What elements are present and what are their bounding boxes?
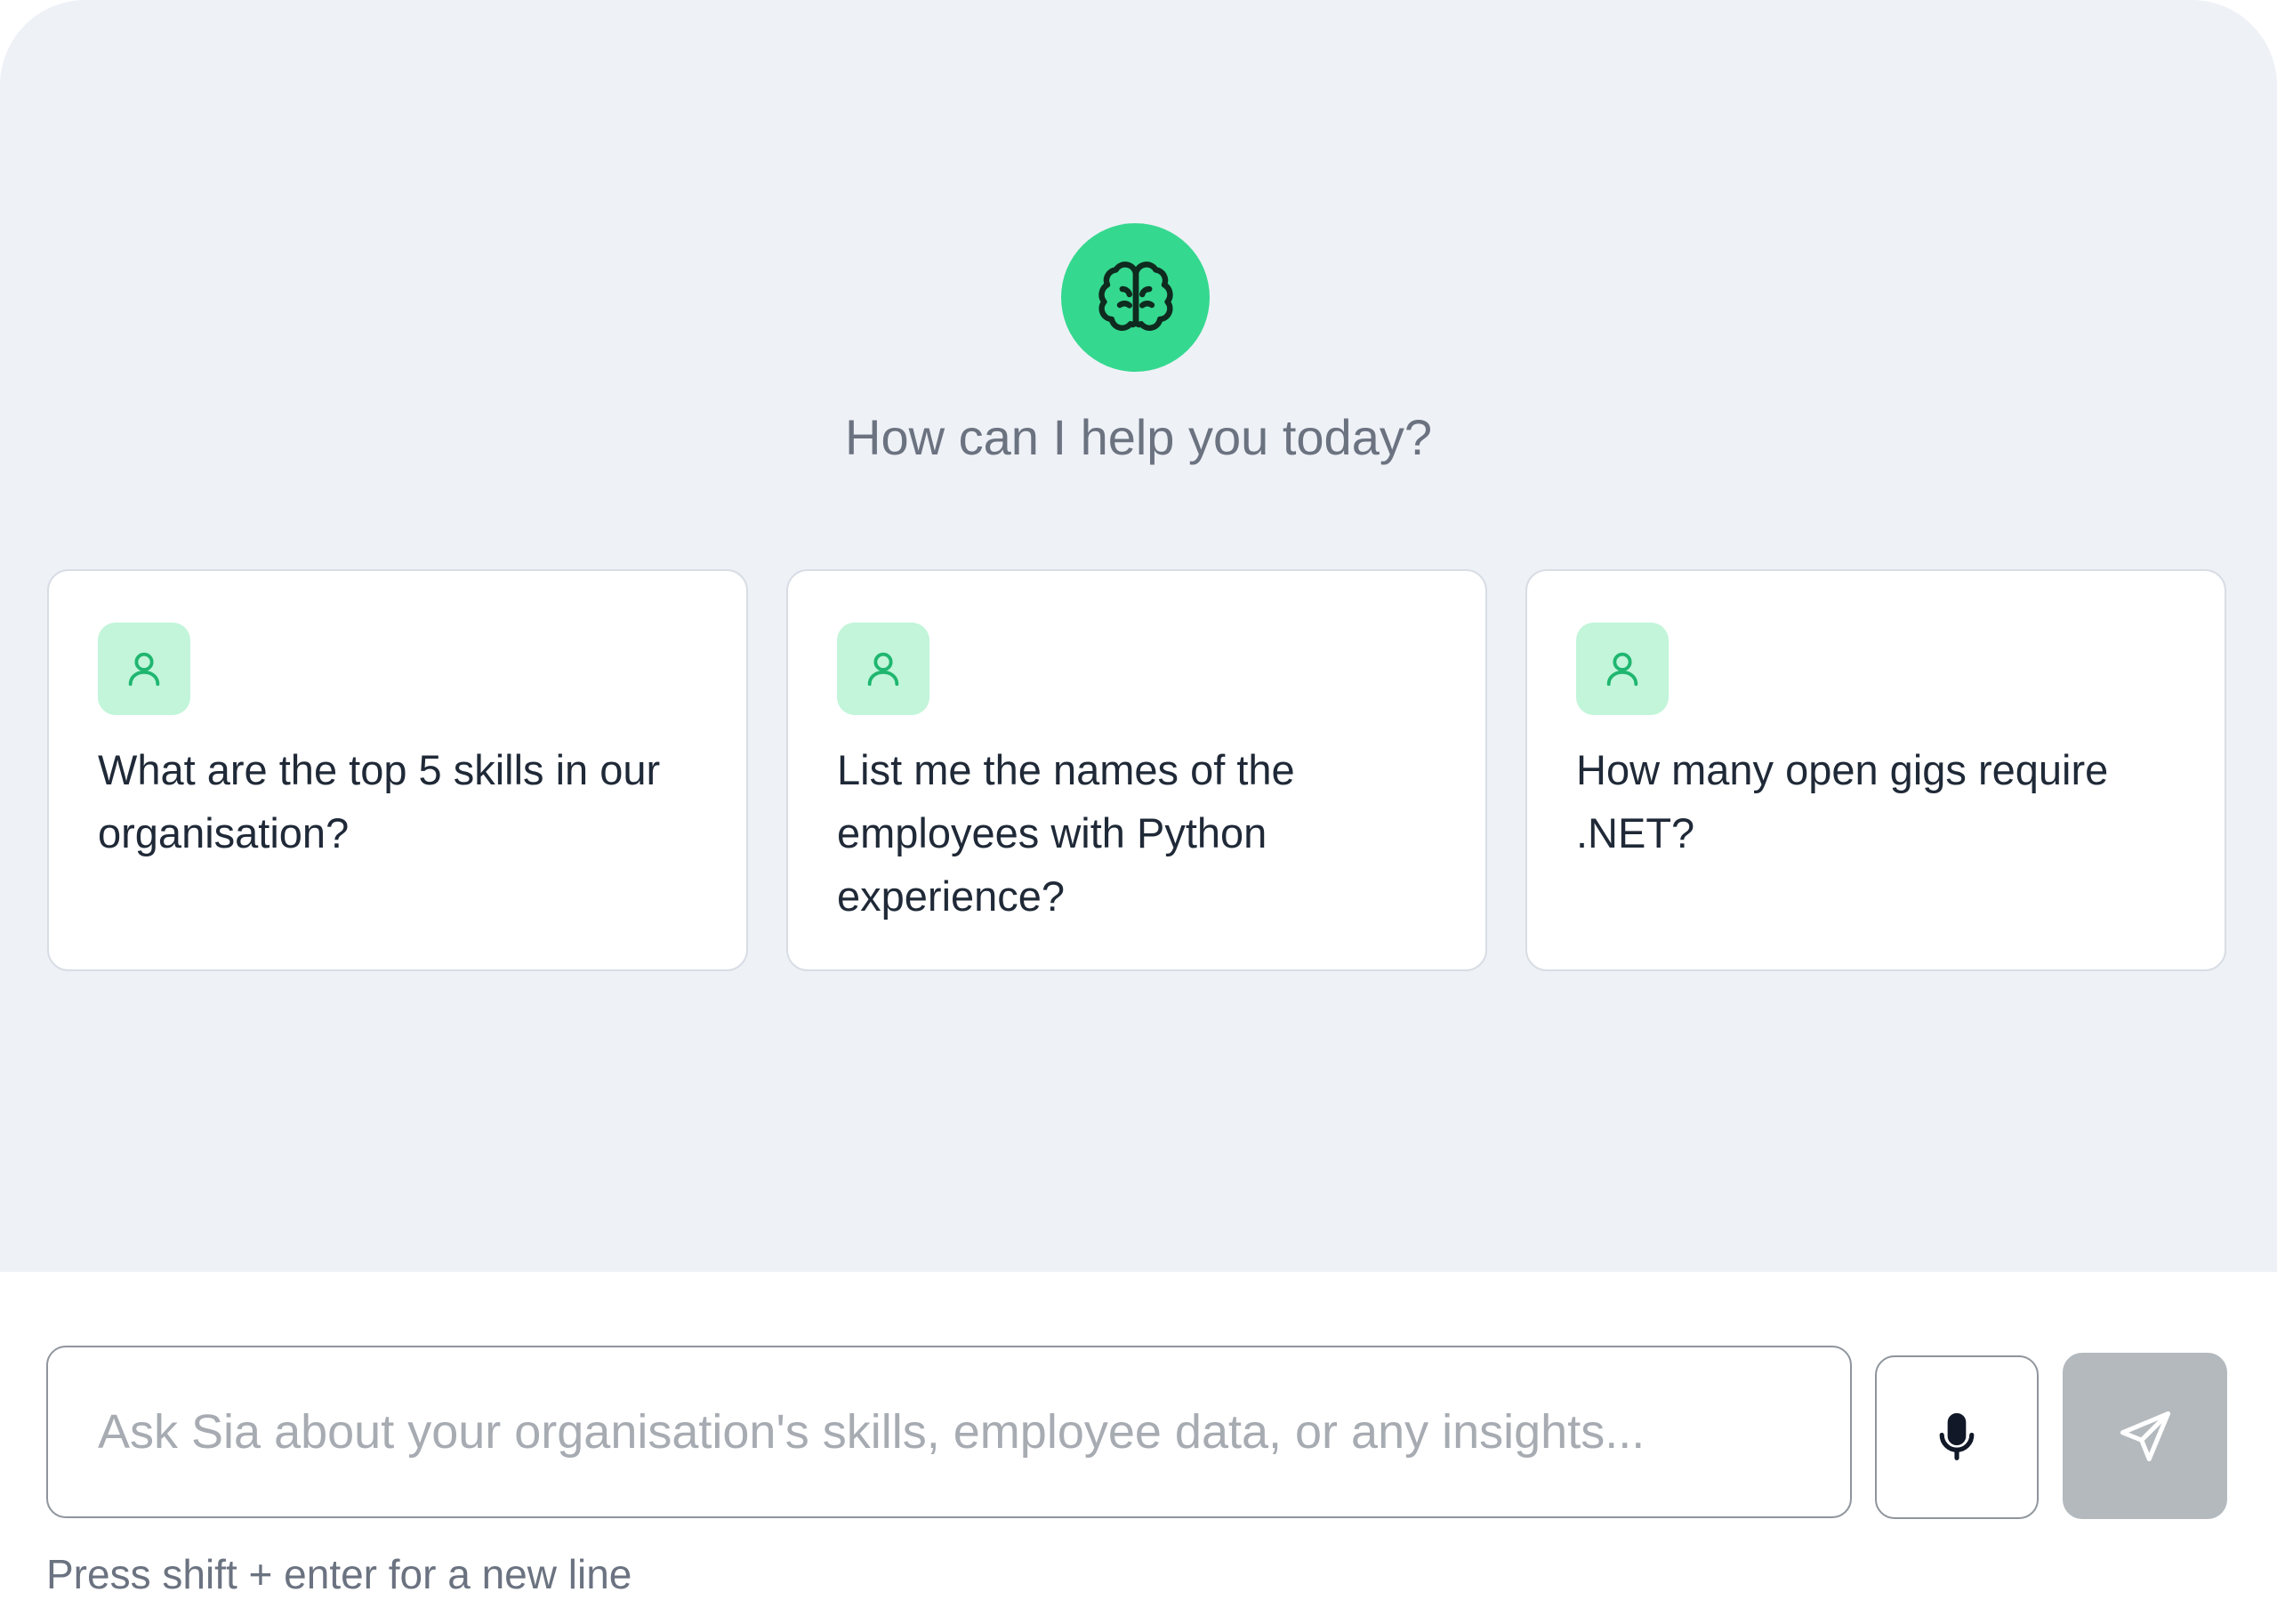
suggestion-badge	[98, 623, 190, 715]
input-hint: Press shift + enter for a new line	[46, 1551, 632, 1597]
message-input[interactable]: Ask Sia about your organisation's skills…	[46, 1346, 1852, 1518]
suggestion-card[interactable]: What are the top 5 skills in our organis…	[47, 569, 748, 971]
message-input-placeholder: Ask Sia about your organisation's skills…	[98, 1405, 1645, 1459]
user-icon	[128, 652, 160, 687]
send-button[interactable]	[2063, 1353, 2227, 1519]
suggestion-card[interactable]: How many open gigs require .NET?	[1525, 569, 2226, 971]
microphone-icon	[1939, 1412, 1975, 1460]
assistant-avatar	[1061, 223, 1210, 372]
greeting-text: How can I help you today?	[845, 409, 1432, 465]
user-icon	[867, 652, 899, 687]
suggestion-text: How many open gigs require .NET?	[1576, 746, 2109, 856]
brain-icon	[1098, 261, 1173, 331]
suggestion-text: What are the top 5 skills in our organis…	[98, 746, 661, 856]
suggestion-card[interactable]: List me the names of the employees with …	[786, 569, 1487, 971]
chat-window: How can I help you today? What are the t…	[0, 0, 2277, 1624]
welcome-panel: How can I help you today? What are the t…	[0, 0, 2277, 1272]
voice-input-button[interactable]	[1875, 1355, 2039, 1519]
suggestion-badge	[1576, 623, 1669, 715]
suggestion-text: List me the names of the employees with …	[837, 746, 1295, 920]
user-icon	[1606, 652, 1638, 687]
send-icon	[2120, 1411, 2170, 1461]
suggestion-badge	[837, 623, 929, 715]
